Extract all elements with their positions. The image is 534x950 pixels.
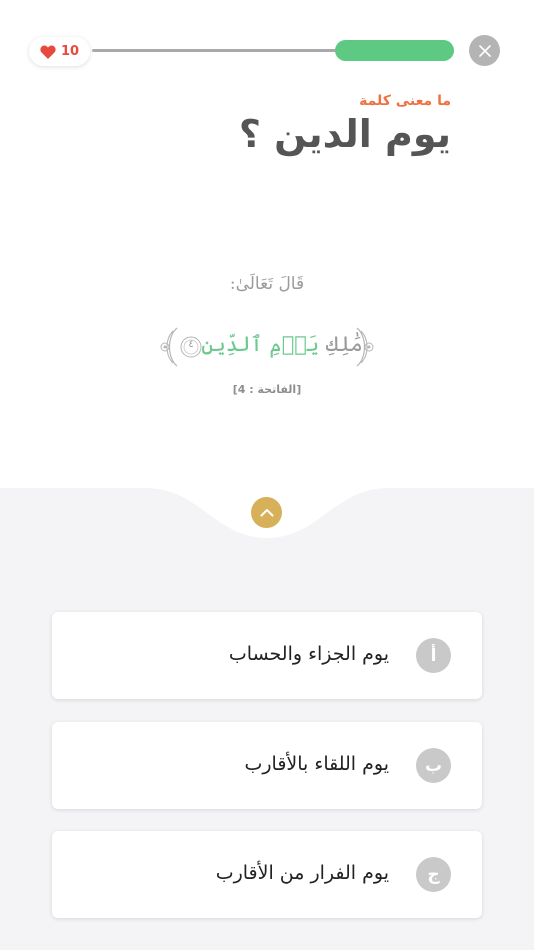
close-button[interactable]: [469, 35, 500, 66]
option-text: يوم اللقاء بالأقارب: [244, 753, 390, 775]
verse-reference: [الفاتحة : 4]: [232, 383, 302, 396]
option-text: يوم الجزاء والحساب: [228, 643, 389, 665]
close-icon: [478, 44, 491, 57]
option-letter-badge: ب: [416, 748, 451, 783]
collapse-button[interactable]: [251, 497, 282, 528]
answer-option-2[interactable]: ب يوم اللقاء بالأقارب: [52, 722, 482, 809]
lives-count: 10: [60, 44, 80, 59]
answer-option-3[interactable]: ج يوم الفرار من الأقارب: [52, 831, 482, 918]
question-label: ما معنى كلمة: [359, 93, 451, 109]
option-letter-badge: ج: [416, 857, 451, 892]
heart-icon: [40, 45, 56, 59]
progress-fill: [334, 40, 454, 61]
verse-box: ٤ مَٰلِكِ يَوۡمِ ٱلدِّينِ: [157, 326, 377, 368]
verse-intro: قَالَ تَعَالَىٰ:: [229, 274, 305, 294]
answer-option-1[interactable]: أ يوم الجزاء والحساب: [52, 612, 482, 699]
progress-bar: [92, 40, 454, 61]
question-word: يوم الدين ؟: [238, 112, 451, 156]
lives-counter: 10: [29, 37, 90, 66]
option-letter-badge: أ: [416, 638, 451, 673]
chevron-up-icon: [260, 509, 273, 517]
verse-text: مَٰلِكِ يَوۡمِ ٱلدِّينِ: [157, 332, 377, 356]
verse-text-plain: مَٰلِكِ: [325, 332, 363, 356]
verse-text-highlight: يَوۡمِ ٱلدِّينِ: [201, 332, 320, 356]
option-text: يوم الفرار من الأقارب: [215, 862, 389, 884]
